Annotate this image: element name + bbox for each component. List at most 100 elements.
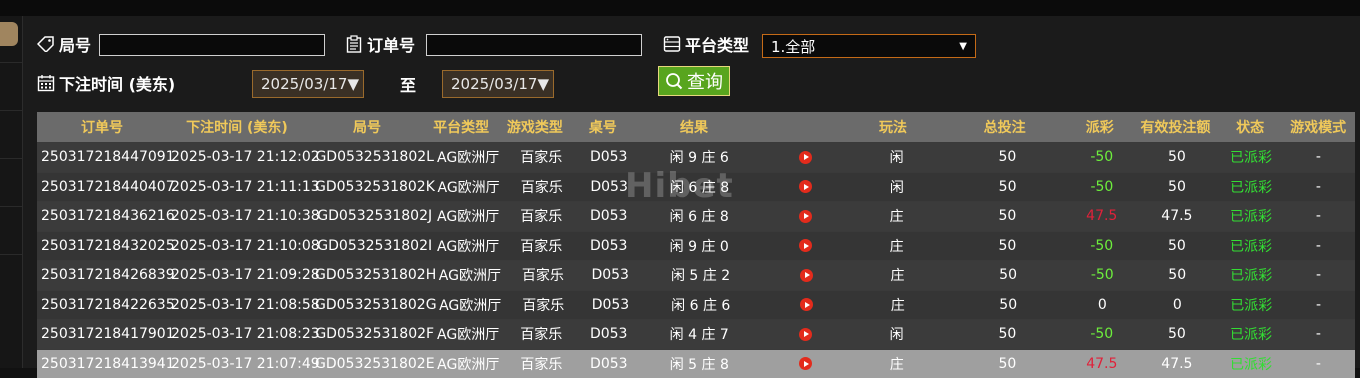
table-row[interactable]: 2503172184226352025-03-17 21:08:58GD0532… xyxy=(37,290,1355,320)
play-video-icon[interactable] xyxy=(799,151,812,164)
play-video-icon[interactable] xyxy=(799,357,812,370)
sidebar-item[interactable] xyxy=(0,206,22,255)
video-cell[interactable] xyxy=(763,267,850,283)
payout-cell: -50 xyxy=(1071,267,1134,283)
play-video-icon[interactable] xyxy=(799,210,812,223)
total-bet-cell: 50 xyxy=(945,179,1070,195)
sidebar-item[interactable] xyxy=(0,110,22,159)
payout-cell: 47.5 xyxy=(1070,208,1134,224)
platform-cell: AG欧洲厅 xyxy=(434,206,501,226)
order-cell: 250317218432025 xyxy=(37,238,171,254)
table-row[interactable]: 2503172184320252025-03-17 21:10:08GD0532… xyxy=(37,231,1355,261)
game-type-cell: 百家乐 xyxy=(502,354,581,374)
col-header-status[interactable]: 状态 xyxy=(1219,117,1281,137)
round-label-text: 局号 xyxy=(59,32,91,56)
platform-cell: AG欧洲厅 xyxy=(434,236,501,256)
valid-bet-cell: 50 xyxy=(1134,179,1221,195)
game-type-cell: 百家乐 xyxy=(502,206,581,226)
sidebar-item[interactable] xyxy=(0,62,22,111)
col-header-valid-bet[interactable]: 有效投注额 xyxy=(1132,117,1219,137)
table-no-cell: D053 xyxy=(581,208,637,224)
play-video-icon[interactable] xyxy=(799,328,812,341)
status-cell: 已派彩 xyxy=(1220,265,1282,285)
sidebar-item[interactable] xyxy=(0,254,22,303)
game-type-cell: 百家乐 xyxy=(504,265,583,285)
table-row[interactable]: 2503172184139412025-03-17 21:07:49GD0532… xyxy=(37,349,1355,378)
col-header-total-bet[interactable]: 总投注 xyxy=(942,117,1068,137)
video-cell[interactable] xyxy=(762,149,849,165)
table-row[interactable]: 2503172184179012025-03-17 21:08:23GD0532… xyxy=(37,319,1355,349)
play-cell: 闲 xyxy=(849,177,945,197)
video-cell[interactable] xyxy=(762,356,849,372)
date-from-value: 2025/03/17▼ xyxy=(261,75,359,93)
payout-cell: -50 xyxy=(1070,238,1134,254)
platform-cell: AG欧洲厅 xyxy=(434,324,501,344)
round-cell: GD0532531802K xyxy=(315,179,435,195)
col-header-time[interactable]: 下注时间 (美东) xyxy=(167,117,307,137)
play-video-icon[interactable] xyxy=(800,269,813,282)
col-header-round[interactable]: 局号 xyxy=(307,117,427,137)
play-cell: 庄 xyxy=(849,236,945,256)
total-bet-cell: 50 xyxy=(945,208,1070,224)
result-cell: 闲 9 庄 6 xyxy=(637,147,762,167)
date-from-select[interactable]: 2025/03/17▼ xyxy=(252,70,364,98)
platform-select[interactable]: 1.全部 ▼ xyxy=(762,34,976,58)
table-row[interactable]: 2503172184268392025-03-17 21:09:28GD0532… xyxy=(37,260,1355,290)
game-type-cell: 百家乐 xyxy=(504,295,583,315)
valid-bet-cell: 47.5 xyxy=(1134,356,1221,372)
sidebar-active-tab[interactable] xyxy=(0,22,18,46)
total-bet-cell: 50 xyxy=(945,356,1070,372)
col-header-order[interactable]: 订单号 xyxy=(37,117,167,137)
order-cell: 250317218440407 xyxy=(37,179,171,195)
col-header-play[interactable]: 玩法 xyxy=(844,117,941,137)
col-header-game-mode[interactable]: 游戏模式 xyxy=(1281,117,1355,137)
clipboard-icon xyxy=(345,35,363,53)
payout-cell: -50 xyxy=(1070,179,1134,195)
video-cell[interactable] xyxy=(762,179,849,195)
video-cell[interactable] xyxy=(763,297,849,313)
table-body: 2503172184470912025-03-17 21:12:02GD0532… xyxy=(37,142,1355,378)
video-cell[interactable] xyxy=(762,326,849,342)
valid-bet-cell: 50 xyxy=(1134,149,1221,165)
col-header-payout[interactable]: 派彩 xyxy=(1068,117,1132,137)
col-header-platform[interactable]: 平台类型 xyxy=(427,117,495,137)
table-header: 订单号 下注时间 (美东) 局号 平台类型 游戏类型 桌号 结果 玩法 总投注 … xyxy=(37,112,1355,142)
game-type-cell: 百家乐 xyxy=(502,177,581,197)
order-cell: 250317218417901 xyxy=(37,326,171,342)
result-cell: 闲 5 庄 8 xyxy=(637,354,762,374)
col-header-result[interactable]: 结果 xyxy=(631,117,757,137)
play-video-icon[interactable] xyxy=(800,298,813,311)
video-cell[interactable] xyxy=(762,208,849,224)
game-mode-cell: - xyxy=(1282,208,1355,224)
total-bet-cell: 50 xyxy=(945,326,1070,342)
table-row[interactable]: 2503172184362162025-03-17 21:10:38GD0532… xyxy=(37,201,1355,231)
left-sidebar xyxy=(0,16,22,368)
play-video-icon[interactable] xyxy=(799,239,812,252)
total-bet-cell: 50 xyxy=(945,238,1070,254)
col-header-table-no[interactable]: 桌号 xyxy=(575,117,631,137)
game-type-cell: 百家乐 xyxy=(502,147,581,167)
order-input[interactable] xyxy=(426,34,642,56)
table-row[interactable]: 2503172184404072025-03-17 21:11:13GD0532… xyxy=(37,172,1355,202)
platform-select-value: 1.全部 xyxy=(771,36,815,57)
decorative-fade xyxy=(1271,16,1360,96)
table-no-cell: D053 xyxy=(582,267,638,283)
result-cell: 闲 4 庄 7 xyxy=(637,324,762,344)
date-to-select[interactable]: 2025/03/17▼ xyxy=(442,70,554,98)
sidebar-item[interactable] xyxy=(0,158,22,207)
platform-cell: AG欧洲厅 xyxy=(434,147,501,167)
table-row[interactable]: 2503172184470912025-03-17 21:12:02GD0532… xyxy=(37,142,1355,172)
result-cell: 闲 5 庄 2 xyxy=(638,265,763,285)
valid-bet-cell: 50 xyxy=(1134,326,1221,342)
round-input[interactable] xyxy=(99,34,325,56)
play-video-icon[interactable] xyxy=(799,180,812,193)
round-cell: GD0532531802J xyxy=(315,208,434,224)
col-header-game-type[interactable]: 游戏类型 xyxy=(495,117,575,137)
video-cell[interactable] xyxy=(762,238,849,254)
round-cell: GD0532531802I xyxy=(315,238,434,254)
date-to-value: 2025/03/17▼ xyxy=(451,75,549,93)
status-cell: 已派彩 xyxy=(1220,354,1282,374)
valid-bet-cell: 0 xyxy=(1134,297,1220,313)
query-button[interactable]: 查询 xyxy=(658,66,730,96)
result-cell: 闲 6 庄 6 xyxy=(638,295,763,315)
